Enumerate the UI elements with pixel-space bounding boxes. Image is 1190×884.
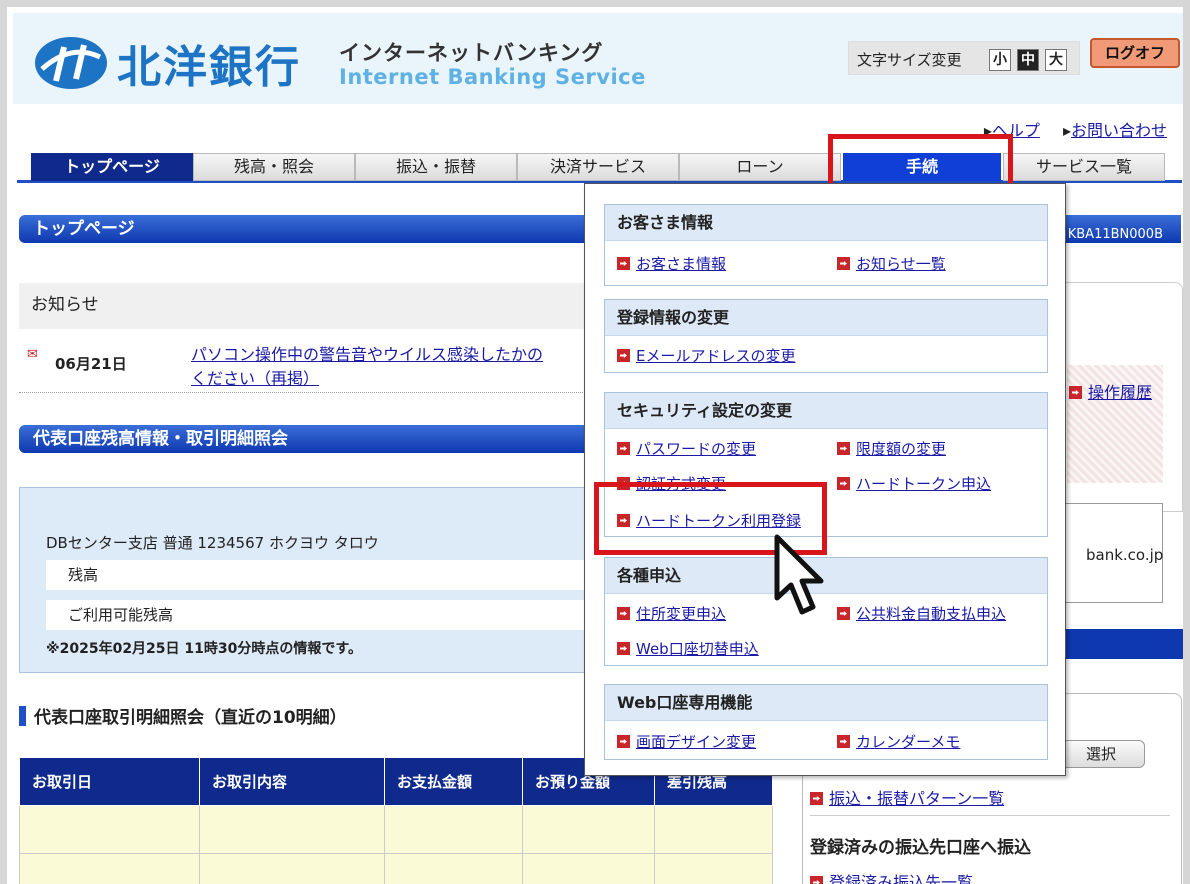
menu-item-password-change: パスワードの変更 xyxy=(617,438,756,459)
tab-service-list[interactable]: サービス一覧 xyxy=(1003,153,1165,181)
table-row xyxy=(19,853,773,884)
menu-link[interactable]: 公共料金自動支払申込 xyxy=(856,605,1006,623)
page-frame: 北洋銀行 インターネットバンキング Internet Banking Servi… xyxy=(0,0,1190,884)
registered-list-link[interactable]: 登録済み振込先一覧 xyxy=(829,873,973,884)
notice-heading: お知らせ xyxy=(19,283,589,329)
arrow-icon xyxy=(837,257,850,270)
menu-link[interactable]: お客さま情報 xyxy=(636,255,726,273)
menu-link[interactable]: カレンダーメモ xyxy=(856,733,960,751)
menu-item-calendar-memo: カレンダーメモ xyxy=(837,731,960,752)
group-title: 登録情報の変更 xyxy=(605,300,1047,336)
tab-transfer[interactable]: 振込・振替 xyxy=(355,153,517,181)
arrow-icon xyxy=(617,349,630,362)
balance-label: 残高 xyxy=(46,560,590,590)
font-size-label: 文字サイズ変更 xyxy=(857,51,962,69)
account-info: DBセンター支店 普通 1234567 ホクヨウ タロウ xyxy=(46,534,379,552)
menu-item-screen-design: 画面デザイン変更 xyxy=(617,731,756,752)
notice-link-line1[interactable]: パソコン操作中の警告音やウイルス感染したかの xyxy=(191,341,543,365)
page-title: トップページ xyxy=(33,219,135,239)
logout-button[interactable]: ログオフ xyxy=(1090,38,1180,68)
balance-title-bar: 代表口座残高情報・取引明細照会 xyxy=(19,425,589,453)
font-size-medium-button[interactable]: 中 xyxy=(1017,49,1039,71)
menu-link[interactable]: 画面デザイン変更 xyxy=(636,733,756,751)
notice-date: 06月21日 xyxy=(55,355,127,373)
arrow-icon xyxy=(617,642,630,655)
group-registration-change: 登録情報の変更 Eメールアドレスの変更 xyxy=(604,299,1048,373)
mouse-cursor-icon xyxy=(774,534,824,615)
divider xyxy=(810,815,1170,816)
group-customer-info: お客さま情報 お客さま情報 お知らせ一覧 xyxy=(604,204,1048,286)
arrow-icon xyxy=(1069,386,1082,399)
tab-top[interactable]: トップページ xyxy=(31,153,193,181)
pattern-link-wrap: 振込・振替パターン一覧 xyxy=(810,785,1004,809)
notice-item: ✉ 06月21日 パソコン操作中の警告音やウイルス感染したかの ください（再掲） xyxy=(19,329,589,393)
table-row xyxy=(19,805,773,854)
arrow-icon xyxy=(617,735,630,748)
menu-item-web-account-switch: Web口座切替申込 xyxy=(617,638,759,659)
font-size-small-button[interactable]: 小 xyxy=(989,49,1011,71)
menu-link[interactable]: Web口座切替申込 xyxy=(636,640,759,658)
header: 北洋銀行 インターネットバンキング Internet Banking Servi… xyxy=(13,13,1183,104)
group-title: セキュリティ設定の変更 xyxy=(605,393,1047,429)
arrow-icon xyxy=(837,442,850,455)
group-title: お客さま情報 xyxy=(605,205,1047,241)
bank-name: 北洋銀行 xyxy=(117,42,301,93)
col-description: お取引内容 xyxy=(199,757,385,806)
menu-item-hard-token-apply: ハードトークン申込 xyxy=(837,473,991,494)
menu-link[interactable]: 限度額の変更 xyxy=(856,440,946,458)
balance-heading: 代表口座残高情報・取引明細照会 xyxy=(33,429,288,449)
service-name-en: Internet Banking Service xyxy=(339,65,646,89)
menu-item-limit-change: 限度額の変更 xyxy=(837,438,946,459)
transactions-table: お取引日 お取引内容 お支払金額 お預り金額 差引残高 xyxy=(19,757,773,884)
registered-heading: 登録済みの振込先口座へ振込 xyxy=(810,838,1031,858)
available-balance-label: ご利用可能残高 xyxy=(46,600,590,630)
history-link-wrap: 操作履歴 xyxy=(1069,379,1152,403)
arrow-icon xyxy=(617,607,630,620)
font-size-switcher: 文字サイズ変更 小 中 大 xyxy=(848,41,1080,75)
menu-link[interactable]: Eメールアドレスの変更 xyxy=(636,347,795,365)
contact-link-wrap: ▸お問い合わせ xyxy=(1062,121,1167,140)
col-date: お取引日 xyxy=(19,757,200,806)
arrow-icon xyxy=(837,735,850,748)
menu-link[interactable]: 住所変更申込 xyxy=(636,605,726,623)
arrow-icon xyxy=(617,257,630,270)
menu-item-utility-payment: 公共料金自動支払申込 xyxy=(837,603,1006,624)
balance-box: DBセンター支店 普通 1234567 ホクヨウ タロウ 残高 ご利用可能残高 … xyxy=(19,487,590,673)
menu-link[interactable]: ハードトークン申込 xyxy=(856,475,991,493)
contact-link[interactable]: お問い合わせ xyxy=(1071,121,1167,140)
menu-item-address-change: 住所変更申込 xyxy=(617,603,726,624)
menu-item-email-change: Eメールアドレスの変更 xyxy=(617,345,795,366)
arrow-icon xyxy=(837,607,850,620)
registered-link-wrap: 登録済み振込先一覧 xyxy=(810,869,973,884)
service-name-jp: インターネットバンキング xyxy=(339,41,604,65)
tab-loan[interactable]: ローン xyxy=(679,153,841,181)
menu-link[interactable]: パスワードの変更 xyxy=(636,440,756,458)
history-link[interactable]: 操作履歴 xyxy=(1088,383,1152,402)
menu-item-notice-list: お知らせ一覧 xyxy=(837,253,946,274)
procedures-dropdown: お客さま情報 お客さま情報 お知らせ一覧 登録情報の変更 Eメールアドレスの変更… xyxy=(584,183,1066,776)
balance-note: ※2025年02月25日 11時30分時点の情報です。 xyxy=(46,641,362,657)
tab-payment[interactable]: 決済サービス xyxy=(517,153,679,181)
notice-link-line2[interactable]: ください（再掲） xyxy=(191,365,319,389)
screen-id: KBA11BN000B xyxy=(1067,227,1163,242)
arrow-icon xyxy=(837,477,850,490)
select-button[interactable]: 選択 xyxy=(1057,740,1145,768)
tab-balance[interactable]: 残高・照会 xyxy=(193,153,355,181)
mail-icon: ✉ xyxy=(27,347,38,362)
email-fragment: bank.co.jp xyxy=(1086,546,1164,564)
bank-logo-icon xyxy=(35,37,107,89)
font-size-large-button[interactable]: 大 xyxy=(1045,49,1067,71)
right-title-bar xyxy=(1047,629,1183,659)
menu-item-customer-info: お客さま情報 xyxy=(617,253,726,274)
arrow-icon xyxy=(810,876,823,884)
col-payment: お支払金額 xyxy=(384,757,523,806)
transactions-heading: 代表口座取引明細照会（直近の10明細） xyxy=(19,703,347,728)
menu-link[interactable]: お知らせ一覧 xyxy=(856,255,946,273)
pattern-list-link[interactable]: 振込・振替パターン一覧 xyxy=(829,789,1004,808)
group-title: Web口座専用機能 xyxy=(605,685,1047,721)
arrow-icon xyxy=(617,442,630,455)
group-web-account: Web口座専用機能 画面デザイン変更 カレンダーメモ xyxy=(604,684,1048,760)
arrow-icon xyxy=(810,792,823,805)
